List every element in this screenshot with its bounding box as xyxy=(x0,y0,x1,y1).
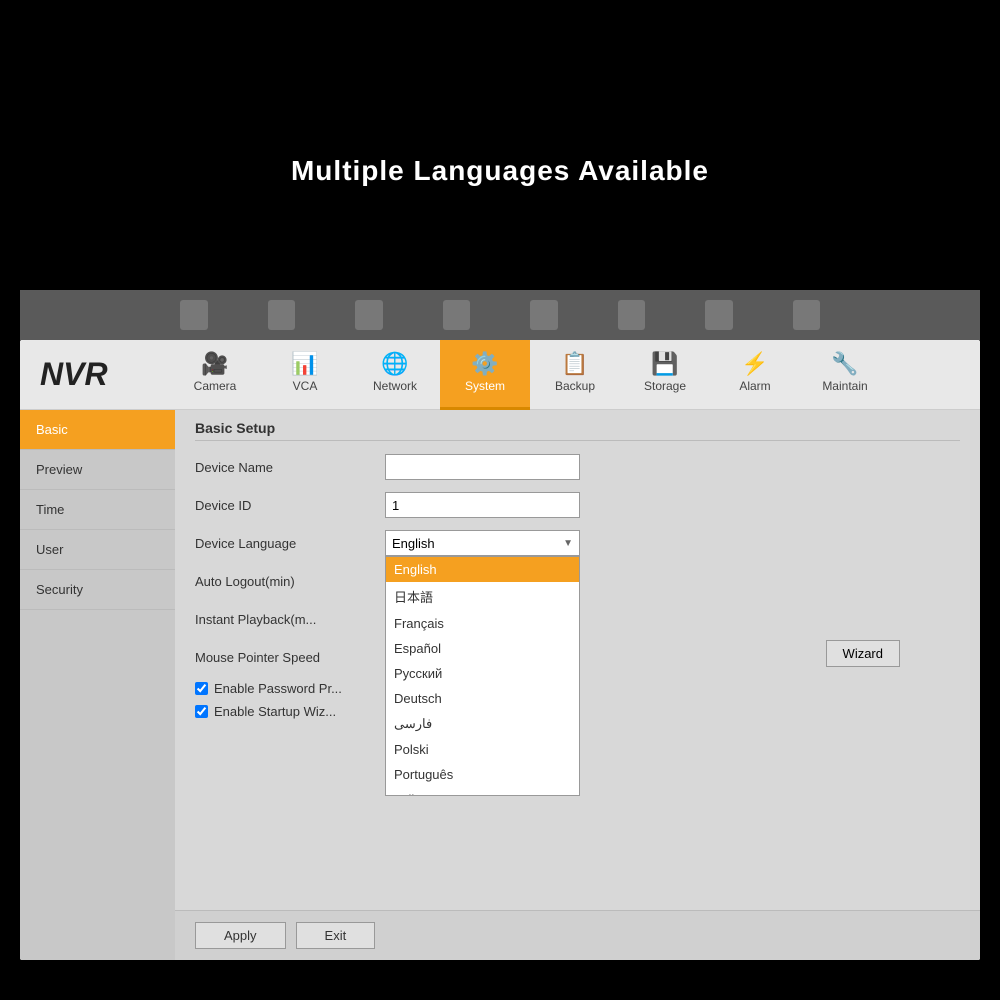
dropdown-arrow-icon: ▼ xyxy=(563,538,573,549)
ghost-icon-5 xyxy=(530,300,558,330)
sidebar-item-basic[interactable]: Basic xyxy=(20,410,175,450)
dropdown-option-Русский[interactable]: Русский xyxy=(386,661,579,686)
nav-item-alarm[interactable]: ⚡ Alarm xyxy=(710,340,800,410)
nav-label-system: System xyxy=(465,379,505,393)
wizard-button[interactable]: Wizard xyxy=(826,640,900,667)
nav-item-system[interactable]: ⚙️ System xyxy=(440,340,530,410)
nav-item-storage[interactable]: 💾 Storage xyxy=(620,340,710,410)
main-content: BasicPreviewTimeUserSecurity Basic Setup… xyxy=(20,410,980,960)
dropdown-option-فارسی[interactable]: فارسی xyxy=(386,711,579,737)
nav-item-network[interactable]: 🌐 Network xyxy=(350,340,440,410)
bottom-bar: Apply Exit xyxy=(175,910,980,960)
ghost-icon-1 xyxy=(180,300,208,330)
device-id-label: Device ID xyxy=(195,498,385,513)
sidebar-item-preview[interactable]: Preview xyxy=(20,450,175,490)
dropdown-option-Italiano[interactable]: Italiano xyxy=(386,787,579,796)
ghost-bar xyxy=(20,290,980,340)
nav-icon-camera: 🎥 xyxy=(201,353,228,375)
nav-item-vca[interactable]: 📊 VCA xyxy=(260,340,350,410)
language-selected-value: English xyxy=(392,536,435,551)
nav-icon-alarm: ⚡ xyxy=(741,353,768,375)
instant-playback-label: Instant Playback(m... xyxy=(195,612,385,627)
nav-label-vca: VCA xyxy=(293,379,318,393)
ghost-icon-6 xyxy=(618,300,646,330)
sidebar: BasicPreviewTimeUserSecurity xyxy=(20,410,175,960)
brand: NVR xyxy=(30,356,170,393)
ghost-icon-2 xyxy=(268,300,296,330)
enable-password-label: Enable Password Pr... xyxy=(214,681,342,696)
nav-label-alarm: Alarm xyxy=(739,379,770,393)
nav-icon-system: ⚙️ xyxy=(471,353,498,375)
nav-icon-maintain: 🔧 xyxy=(831,353,858,375)
dropdown-option-English[interactable]: English xyxy=(386,557,579,582)
nav-icon-backup: 📋 xyxy=(561,353,588,375)
section-title: Basic Setup xyxy=(195,420,960,441)
language-dropdown-wrapper: English ▼ English日本語FrançaisEspañolРусск… xyxy=(385,530,580,556)
language-dropdown-list: English日本語FrançaisEspañolРусскийDeutschف… xyxy=(385,556,580,796)
dropdown-option-Deutsch[interactable]: Deutsch xyxy=(386,686,579,711)
auto-logout-label: Auto Logout(min) xyxy=(195,574,385,589)
enable-startup-label: Enable Startup Wiz... xyxy=(214,704,336,719)
device-name-row: Device Name xyxy=(195,453,960,481)
nav-item-maintain[interactable]: 🔧 Maintain xyxy=(800,340,890,410)
ui-panel: NVR 🎥 Camera 📊 VCA 🌐 Network ⚙️ System 📋… xyxy=(20,340,980,960)
ghost-icon-3 xyxy=(355,300,383,330)
nav-label-maintain: Maintain xyxy=(822,379,867,393)
nav-icon-network: 🌐 xyxy=(381,353,408,375)
ghost-icon-8 xyxy=(793,300,821,330)
sidebar-item-time[interactable]: Time xyxy=(20,490,175,530)
dropdown-option-Español[interactable]: Español xyxy=(386,636,579,661)
device-name-label: Device Name xyxy=(195,460,385,475)
dropdown-option-Polski[interactable]: Polski xyxy=(386,737,579,762)
device-id-row: Device ID xyxy=(195,491,960,519)
top-nav: NVR 🎥 Camera 📊 VCA 🌐 Network ⚙️ System 📋… xyxy=(20,340,980,410)
nav-label-network: Network xyxy=(373,379,417,393)
nav-items: 🎥 Camera 📊 VCA 🌐 Network ⚙️ System 📋 Bac… xyxy=(170,340,970,410)
exit-button[interactable]: Exit xyxy=(296,922,376,949)
nav-item-camera[interactable]: 🎥 Camera xyxy=(170,340,260,410)
nav-label-camera: Camera xyxy=(194,379,237,393)
device-name-input[interactable] xyxy=(385,454,580,480)
sidebar-item-security[interactable]: Security xyxy=(20,570,175,610)
nav-icon-storage: 💾 xyxy=(651,353,678,375)
dropdown-option-Português[interactable]: Português xyxy=(386,762,579,787)
device-language-row: Device Language English ▼ English日本語Fran… xyxy=(195,529,960,557)
nav-label-storage: Storage xyxy=(644,379,686,393)
brand-text: NVR xyxy=(40,356,108,393)
language-dropdown[interactable]: English ▼ xyxy=(385,530,580,556)
device-language-label: Device Language xyxy=(195,536,385,551)
dropdown-option-日本語[interactable]: 日本語 xyxy=(386,582,579,611)
ghost-icon-7 xyxy=(705,300,733,330)
hero-title: Multiple Languages Available xyxy=(0,155,1000,187)
enable-password-checkbox[interactable] xyxy=(195,682,208,695)
nav-label-backup: Backup xyxy=(555,379,595,393)
nav-item-backup[interactable]: 📋 Backup xyxy=(530,340,620,410)
apply-button[interactable]: Apply xyxy=(195,922,286,949)
enable-startup-checkbox[interactable] xyxy=(195,705,208,718)
sidebar-item-user[interactable]: User xyxy=(20,530,175,570)
device-id-input[interactable] xyxy=(385,492,580,518)
content-panel: Basic Setup Device Name Device ID Device… xyxy=(175,410,980,960)
ghost-icon-4 xyxy=(443,300,471,330)
mouse-pointer-label: Mouse Pointer Speed xyxy=(195,650,385,665)
dropdown-option-Français[interactable]: Français xyxy=(386,611,579,636)
nav-icon-vca: 📊 xyxy=(291,353,318,375)
